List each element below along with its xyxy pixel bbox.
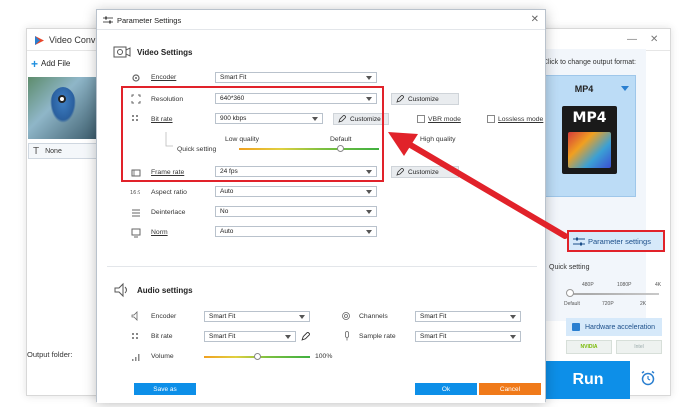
right-panel: Click to change output format: MP4 MP4	[531, 49, 646, 321]
dialog-title: Parameter Settings	[117, 16, 182, 25]
norm-monitor-icon	[131, 228, 141, 238]
microphone-icon	[345, 331, 349, 341]
channels-icon	[342, 312, 350, 320]
qs-label-default: Default	[564, 301, 580, 307]
qs-label-2k: 2K	[640, 301, 647, 307]
video-thumbnail[interactable]	[28, 77, 98, 139]
video-settings-title: Video Settings	[137, 48, 193, 57]
sliders-title-icon	[103, 16, 113, 24]
video-encoder-label: Encoder	[151, 74, 177, 81]
sample-rate-label: Sample rate	[359, 333, 396, 340]
plus-icon: +	[31, 56, 39, 71]
pencil-icon	[396, 95, 404, 103]
video-encoder-select[interactable]: Smart Fit	[215, 72, 377, 83]
quick-setting-track[interactable]	[569, 293, 659, 295]
video-settings-icon	[113, 46, 131, 58]
section-divider	[107, 266, 537, 267]
vbr-mode-checkbox[interactable]	[417, 115, 425, 123]
deinterlace-label: Deinterlace	[151, 209, 186, 216]
cancel-button[interactable]: Cancel	[479, 383, 541, 395]
close-icon[interactable]: ✕	[650, 34, 658, 45]
thumbnail-eye	[58, 95, 66, 103]
audio-encoder-label: Encoder	[151, 313, 177, 320]
add-files-button[interactable]: + Add File	[31, 56, 71, 71]
resolution-customize-button[interactable]: Customize	[391, 93, 459, 105]
svg-text:16:9: 16:9	[130, 190, 140, 196]
chip-icon	[572, 323, 580, 331]
pencil-icon	[396, 168, 404, 176]
encoder-gear-icon	[132, 74, 140, 82]
framerate-customize-button[interactable]: Customize	[391, 166, 459, 178]
dialog-footer: Save as Ok Cancel	[97, 381, 545, 403]
quick-setting-knob[interactable]	[566, 289, 574, 297]
resolution-customize-label: Customize	[408, 95, 439, 103]
sliders-icon	[573, 237, 585, 245]
change-format-label: Click to change output format:	[543, 59, 636, 66]
quick-setting-title: Quick setting	[540, 264, 589, 271]
qs-label-4k: 4K	[655, 282, 662, 288]
vbr-mode-label: VBR mode	[428, 116, 461, 123]
audio-bitrate-select[interactable]: Smart Fit	[204, 331, 296, 342]
dialog-titlebar: Parameter Settings ✕	[97, 10, 545, 30]
hardware-acceleration-button[interactable]: Hardware acceleration	[566, 318, 662, 336]
film-reel-icon	[568, 132, 611, 168]
app-logo-icon	[35, 36, 44, 45]
aspect-ratio-icon: 16:9	[130, 190, 140, 196]
intel-option[interactable]: Intel	[616, 340, 662, 354]
add-files-label: Add File	[41, 59, 71, 68]
aspect-ratio-select[interactable]: Auto	[215, 186, 377, 197]
run-button[interactable]: Run	[546, 361, 630, 399]
volume-bars-icon	[132, 354, 140, 361]
output-format-selector[interactable]: MP4 MP4	[541, 75, 636, 197]
sample-rate-select[interactable]: Smart Fit	[415, 331, 521, 342]
channels-label: Channels	[359, 313, 388, 320]
gpu-options: NVIDIA Intel	[566, 340, 662, 354]
minimize-icon[interactable]: —	[627, 34, 637, 45]
subtitle-icon: T	[33, 145, 40, 157]
alarm-clock-icon[interactable]	[640, 370, 656, 386]
audio-encoder-icon	[131, 311, 138, 321]
volume-slider-knob[interactable]	[253, 353, 261, 360]
aspect-ratio-label: Aspect ratio	[151, 189, 187, 196]
parameter-settings-button[interactable]: Parameter settings	[567, 230, 665, 252]
audio-bitrate-pencil-icon[interactable]	[301, 332, 310, 341]
volume-label: Volume	[151, 353, 174, 360]
parameter-settings-dialog: Parameter Settings ✕ Video Settings Enco…	[96, 9, 546, 403]
quick-setting-label: Quick setting	[549, 264, 590, 271]
thumbnail-bird	[50, 87, 76, 123]
lossless-mode-checkbox[interactable]	[487, 115, 495, 123]
save-as-button[interactable]: Save as	[134, 383, 196, 395]
qs-label-480p: 480P	[582, 282, 594, 288]
volume-value: 100%	[315, 353, 333, 360]
highlight-box	[121, 86, 384, 182]
audio-settings-title: Audio settings	[137, 286, 193, 295]
dialog-close-icon[interactable]: ✕	[531, 14, 539, 25]
deinterlace-icon	[132, 209, 140, 217]
norm-select[interactable]: Auto	[215, 226, 377, 237]
norm-label: Norm	[151, 229, 168, 236]
app-title: Video Conv	[49, 35, 96, 45]
output-folder-label: Output folder:	[27, 350, 73, 359]
audio-bitrate-icon	[132, 333, 138, 339]
lossless-mode-label: Lossless mode	[498, 116, 544, 123]
audio-settings-icon	[114, 282, 127, 298]
mp4-format-icon: MP4	[562, 106, 617, 174]
nvidia-option[interactable]: NVIDIA	[566, 340, 612, 354]
format-dropdown-icon[interactable]	[621, 86, 629, 91]
qs-label-1080p: 1080P	[617, 282, 632, 288]
subtitle-value: None	[45, 147, 62, 155]
hw-accel-label: Hardware acceleration	[585, 323, 656, 331]
parameter-settings-label: Parameter settings	[588, 236, 651, 246]
audio-encoder-select[interactable]: Smart Fit	[204, 311, 310, 322]
qs-label-720p: 720P	[602, 301, 614, 307]
deinterlace-select[interactable]: No	[215, 206, 377, 217]
ok-button[interactable]: Ok	[415, 383, 477, 395]
high-quality-label: High quality	[420, 136, 456, 143]
audio-bitrate-label: Bit rate	[151, 333, 173, 340]
mp4-icon-text: MP4	[572, 110, 607, 126]
channels-select[interactable]: Smart Fit	[415, 311, 521, 322]
framerate-customize-label: Customize	[408, 168, 439, 176]
subtitle-selector[interactable]: T None	[28, 143, 98, 159]
format-name: MP4	[574, 84, 594, 94]
